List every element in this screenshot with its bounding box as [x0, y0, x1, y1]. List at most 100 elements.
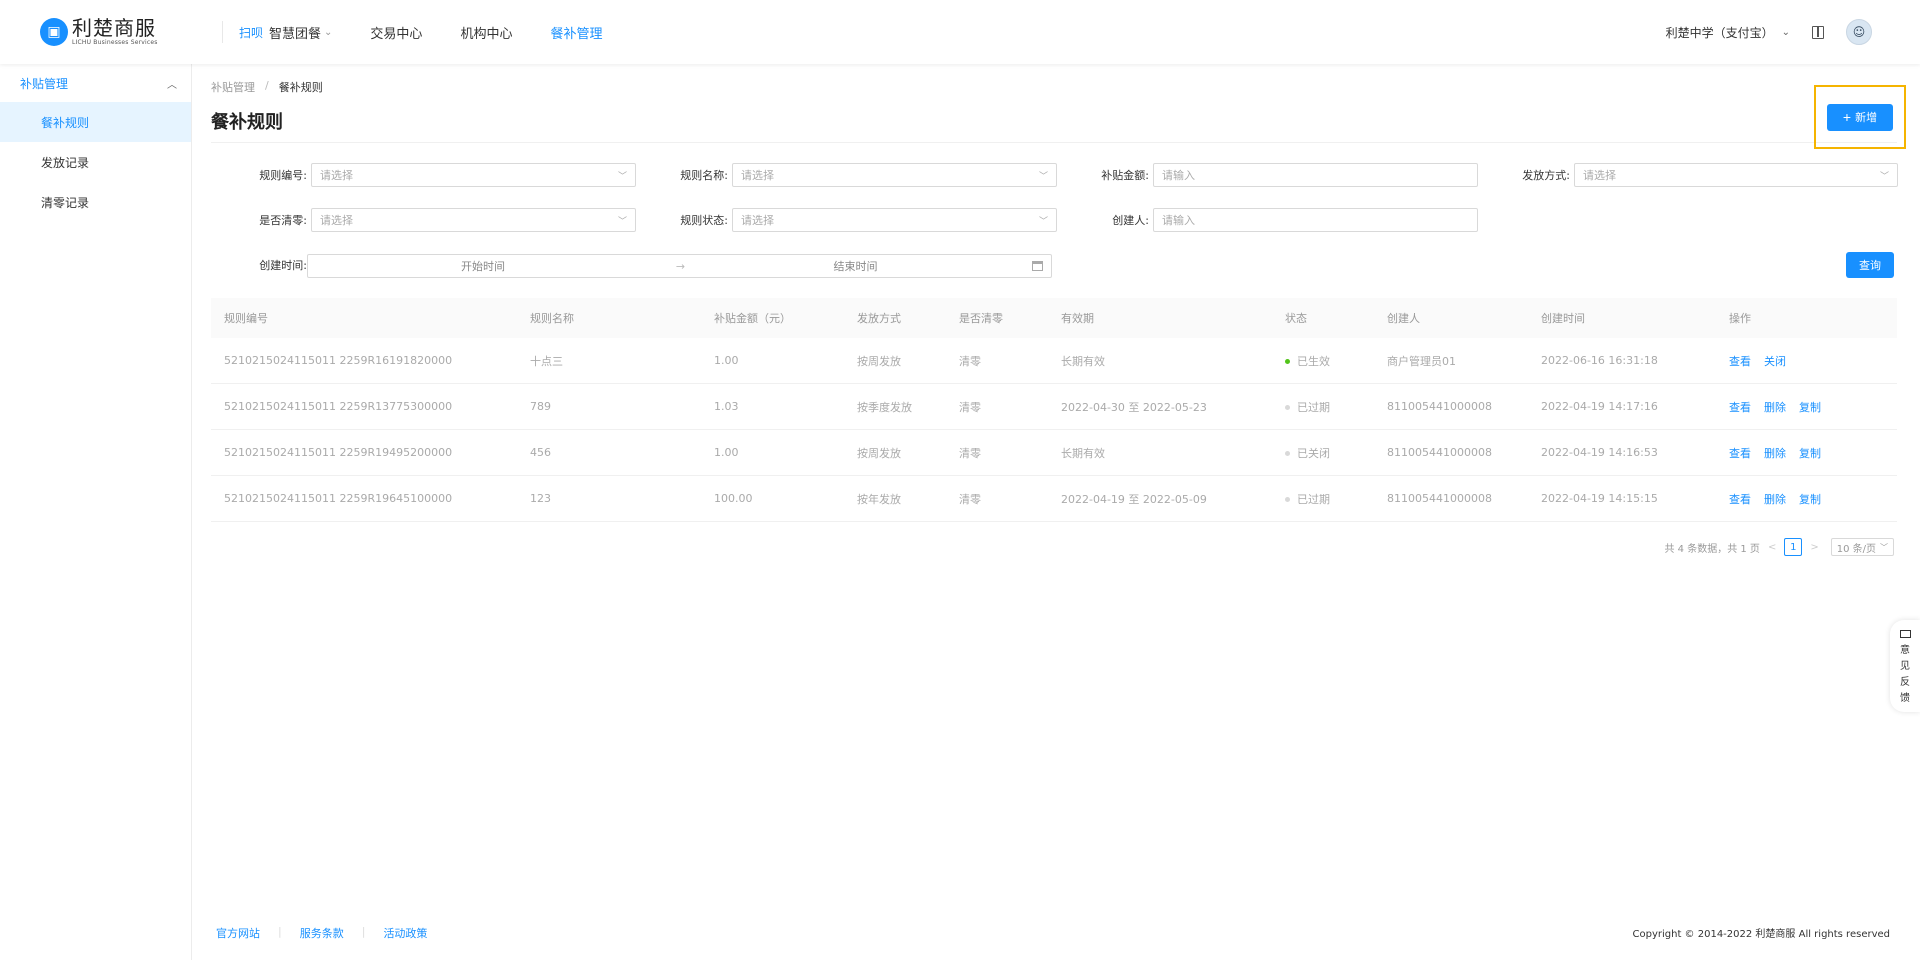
nav-item-smart-catering[interactable]: 扫呗 智慧团餐 ⌄ [239, 23, 332, 42]
select-placeholder: 请选择 [1583, 169, 1616, 182]
book-icon[interactable] [1812, 25, 1824, 39]
action-link[interactable]: 查看 [1729, 401, 1751, 414]
filter-label: 创建人: [1112, 214, 1149, 227]
org-switcher[interactable]: 利楚中学（支付宝） [1666, 24, 1774, 41]
prev-page-button[interactable]: < [1768, 542, 1776, 553]
cell-status: 已关闭 [1272, 445, 1374, 461]
column-header: 有效期 [1061, 312, 1094, 325]
cell-rule-id: 5210215024115011 2259R16191820000 [224, 354, 453, 367]
calendar-icon [1032, 261, 1043, 271]
cell-rule-name: 789 [530, 400, 551, 413]
chevron-down-icon: ﹀ [617, 216, 627, 227]
input-placeholder: 请输入 [1162, 214, 1195, 227]
add-button-label: 新增 [1855, 112, 1878, 124]
action-link[interactable]: 关闭 [1764, 355, 1786, 368]
sidebar-item-clear-records[interactable]: 清零记录 [0, 182, 191, 222]
method-select[interactable]: 请选择 ﹀ [1574, 163, 1898, 187]
copyright: Copyright © 2014-2022 利楚商服 All rights re… [1632, 929, 1890, 940]
table-row: 5210215024115011 2259R13775300000 789 1.03… [211, 384, 1897, 430]
footer-link-terms[interactable]: 服务条款 [300, 925, 344, 941]
cell-method: 按年发放 [857, 492, 901, 506]
page-title: 餐补规则 [211, 112, 283, 133]
footer-separator: | [361, 925, 366, 938]
filter-label: 规则名称: [680, 169, 728, 182]
amount-input[interactable]: 请输入 [1153, 163, 1478, 187]
footer-link-policy[interactable]: 活动政策 [383, 925, 427, 941]
nav-item-meal-subsidy[interactable]: 餐补管理 [550, 23, 602, 42]
feedback-char: 馈 [1900, 693, 1910, 704]
action-link[interactable]: 查看 [1729, 355, 1751, 368]
cell-period: 2022-04-19 至 2022-05-09 [1061, 492, 1207, 506]
range-arrow-icon: → [675, 259, 686, 273]
feedback-tab[interactable]: 意 见 反 馈 [1890, 620, 1920, 712]
cell-created-time: 2022-04-19 14:15:15 [1541, 492, 1658, 505]
sidebar-item-issue-records[interactable]: 发放记录 [0, 142, 191, 182]
rule-no-select[interactable]: 请选择 ﹀ [311, 163, 636, 187]
cell-period: 2022-04-30 至 2022-05-23 [1061, 400, 1207, 414]
chevron-down-icon: ﹀ [1038, 171, 1048, 182]
range-end[interactable]: 结束时间 [703, 258, 1008, 274]
select-placeholder: 请选择 [741, 169, 774, 182]
breadcrumb-parent[interactable]: 补贴管理 [211, 79, 255, 95]
page-number-button[interactable]: 1 [1784, 538, 1803, 556]
creator-input[interactable]: 请输入 [1153, 208, 1478, 232]
cell-rule-name: 456 [530, 446, 551, 459]
feedback-char: 反 [1900, 677, 1910, 688]
rule-name-select[interactable]: 请选择 ﹀ [732, 163, 1057, 187]
table-row: 5210215024115011 2259R19645100000 123 100.… [211, 476, 1897, 522]
column-header: 状态 [1285, 312, 1307, 325]
status-dot-icon [1285, 451, 1290, 456]
filter-rule-no: 规则编号: 请选择 ﹀ [211, 163, 636, 187]
add-button[interactable]: + 新增 [1827, 103, 1893, 131]
status-text: 已生效 [1297, 354, 1330, 368]
status-text: 已过期 [1297, 492, 1330, 506]
filter-method: 发放方式: 请选择 ﹀ [1474, 163, 1898, 187]
main-nav: 扫呗 智慧团餐 ⌄ 交易中心 机构中心 餐补管理 [239, 23, 640, 42]
cell-status: 已过期 [1272, 399, 1374, 415]
action-link[interactable]: 复制 [1799, 447, 1821, 460]
filter-clear: 是否清零: 请选择 ﹀ [211, 208, 636, 232]
footer-link-official-site[interactable]: 官方网站 [216, 925, 260, 941]
cell-actions: 查看 删除 复制 [1716, 491, 1897, 507]
query-button[interactable]: 查询 [1846, 252, 1894, 278]
avatar[interactable]: ☺ [1846, 19, 1872, 45]
page-size-select[interactable]: 10 条/页 ﹀ [1830, 538, 1894, 556]
sidebar-group-subsidy[interactable]: 补贴管理 ︿ [0, 64, 191, 102]
rules-table: 规则编号 规则名称 补贴金额（元） 发放方式 是否清零 有效期 状态 创建人 创… [211, 298, 1897, 522]
nav-item-org-center[interactable]: 机构中心 [460, 23, 512, 42]
status-dot-icon [1285, 497, 1290, 502]
action-link[interactable]: 查看 [1729, 493, 1751, 506]
breadcrumb-current: 餐补规则 [278, 81, 323, 94]
clear-select[interactable]: 请选择 ﹀ [311, 208, 636, 232]
cell-creator: 商户管理员01 [1387, 354, 1456, 368]
range-start[interactable]: 开始时间 [308, 258, 658, 274]
action-link[interactable]: 删除 [1764, 401, 1786, 414]
action-link[interactable]: 复制 [1799, 493, 1821, 506]
cell-creator: 811005441000008 [1387, 492, 1492, 505]
column-header: 发放方式 [857, 312, 901, 325]
table-body: 5210215024115011 2259R16191820000 十点三 1.00… [211, 338, 1897, 522]
date-range-picker[interactable]: 开始时间 → 结束时间 [307, 254, 1052, 278]
cell-creator: 811005441000008 [1387, 446, 1492, 459]
cell-method: 按周发放 [857, 354, 901, 368]
chevron-down-icon[interactable]: ⌄ [1782, 27, 1790, 38]
cell-method: 按季度发放 [857, 400, 912, 414]
action-link[interactable]: 删除 [1764, 493, 1786, 506]
plus-icon: + [1842, 109, 1852, 125]
pagination: 共 4 条数据，共 1 页 < 1 > 10 条/页 ﹀ [1664, 538, 1894, 556]
action-link[interactable]: 查看 [1729, 447, 1751, 460]
sidebar-item-meal-rules[interactable]: 餐补规则 [0, 102, 191, 142]
nav-item-trade-center[interactable]: 交易中心 [370, 23, 422, 42]
filter-label: 规则编号: [259, 169, 307, 182]
action-link[interactable]: 删除 [1764, 447, 1786, 460]
cell-method: 按周发放 [857, 446, 901, 460]
next-page-button[interactable]: > [1810, 542, 1818, 553]
footer-separator: | [278, 925, 282, 938]
logo[interactable]: ▣ 利楚商服 LICHU Businesses Services [40, 17, 190, 47]
sidebar: 补贴管理 ︿ 餐补规则 发放记录 清零记录 [0, 64, 192, 960]
filter-label: 发放方式: [1522, 169, 1570, 182]
status-select[interactable]: 请选择 ﹀ [732, 208, 1057, 232]
cell-rule-name: 十点三 [530, 354, 563, 368]
nav-item-label: 智慧团餐 [269, 26, 322, 42]
action-link[interactable]: 复制 [1799, 401, 1821, 414]
